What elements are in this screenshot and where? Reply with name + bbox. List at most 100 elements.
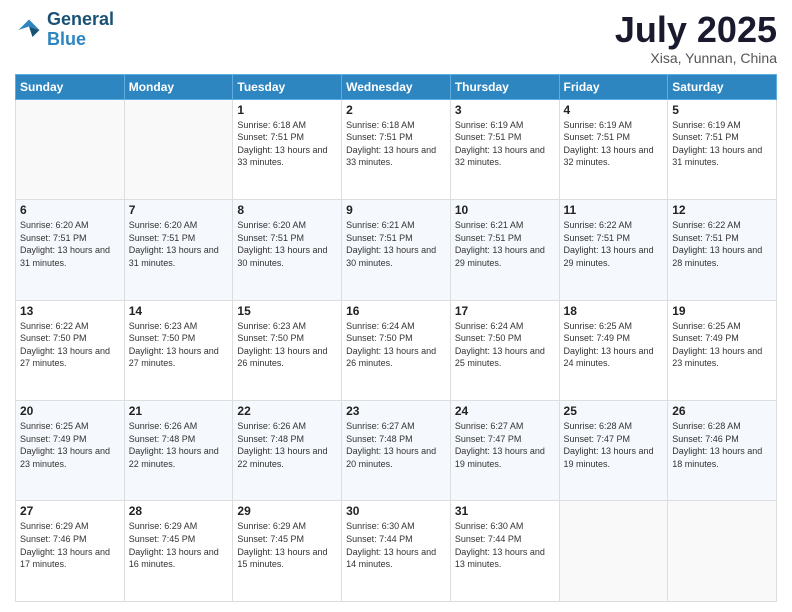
day-header-wednesday: Wednesday xyxy=(342,74,451,99)
calendar-cell: 24 Sunrise: 6:27 AMSunset: 7:47 PMDayligh… xyxy=(450,401,559,501)
day-number: 22 xyxy=(237,404,337,418)
day-number: 30 xyxy=(346,504,446,518)
calendar-cell: 4 Sunrise: 6:19 AMSunset: 7:51 PMDaylight… xyxy=(559,99,668,199)
calendar-cell: 29Sunrise: 6:29 AMSunset: 7:45 PMDayligh… xyxy=(233,501,342,602)
day-header-friday: Friday xyxy=(559,74,668,99)
title-block: July 2025 Xisa, Yunnan, China xyxy=(615,10,777,66)
day-number: 8 xyxy=(237,203,337,217)
calendar-cell xyxy=(124,99,233,199)
day-number: 31 xyxy=(455,504,555,518)
day-number: 4 xyxy=(564,103,664,117)
month-title: July 2025 xyxy=(615,10,777,50)
calendar-cell: 27 Sunrise: 6:29 AMSunset: 7:46 PMDayligh… xyxy=(16,501,125,602)
calendar-cell: 25 Sunrise: 6:28 AMSunset: 7:47 PMDayligh… xyxy=(559,401,668,501)
calendar-cell xyxy=(16,99,125,199)
calendar-week-1: 1 Sunrise: 6:18 AMSunset: 7:51 PMDaylight… xyxy=(16,99,777,199)
day-number: 7 xyxy=(129,203,229,217)
cell-info: Sunrise: 6:26 AMSunset: 7:48 PMDaylight:… xyxy=(237,420,337,470)
cell-info: Sunrise: 6:29 AMSunset: 7:46 PMDaylight:… xyxy=(20,520,120,570)
cell-info: Sunrise: 6:18 AMSunset: 7:51 PMDaylight:… xyxy=(346,119,446,169)
logo-line2: Blue xyxy=(47,30,114,50)
calendar-cell: 10 Sunrise: 6:21 AMSunset: 7:51 PMDayligh… xyxy=(450,200,559,300)
day-number: 13 xyxy=(20,304,120,318)
calendar-cell: 9 Sunrise: 6:21 AMSunset: 7:51 PMDaylight… xyxy=(342,200,451,300)
cell-info: Sunrise: 6:30 AMSunset: 7:44 PMDaylight:… xyxy=(455,520,555,570)
calendar-cell: 12 Sunrise: 6:22 AMSunset: 7:51 PMDayligh… xyxy=(668,200,777,300)
calendar-cell: 20Sunrise: 6:25 AMSunset: 7:49 PMDayligh… xyxy=(16,401,125,501)
cell-info: Sunrise: 6:22 AMSunset: 7:51 PMDaylight:… xyxy=(564,219,664,269)
calendar-cell: 18 Sunrise: 6:25 AMSunset: 7:49 PMDayligh… xyxy=(559,300,668,400)
day-number: 9 xyxy=(346,203,446,217)
cell-info: Sunrise: 6:29 AMSunset: 7:45 PMDaylight:… xyxy=(129,520,229,570)
calendar-cell: 26 Sunrise: 6:28 AMSunset: 7:46 PMDayligh… xyxy=(668,401,777,501)
day-number: 25 xyxy=(564,404,664,418)
calendar-cell: 7 Sunrise: 6:20 AMSunset: 7:51 PMDaylight… xyxy=(124,200,233,300)
day-number: 6 xyxy=(20,203,120,217)
day-number: 1 xyxy=(237,103,337,117)
logo-text: General Blue xyxy=(47,10,114,50)
calendar-cell: 19Sunrise: 6:25 AMSunset: 7:49 PMDayligh… xyxy=(668,300,777,400)
cell-info: Sunrise: 6:22 AMSunset: 7:51 PMDaylight:… xyxy=(672,219,772,269)
calendar-cell: 14Sunrise: 6:23 AMSunset: 7:50 PMDayligh… xyxy=(124,300,233,400)
calendar-cell: 21Sunrise: 6:26 AMSunset: 7:48 PMDayligh… xyxy=(124,401,233,501)
calendar-cell xyxy=(668,501,777,602)
calendar-cell: 5Sunrise: 6:19 AMSunset: 7:51 PMDaylight… xyxy=(668,99,777,199)
cell-info: Sunrise: 6:20 AMSunset: 7:51 PMDaylight:… xyxy=(237,219,337,269)
header: General Blue July 2025 Xisa, Yunnan, Chi… xyxy=(15,10,777,66)
calendar-week-3: 13 Sunrise: 6:22 AMSunset: 7:50 PMDayligh… xyxy=(16,300,777,400)
calendar-cell: 17Sunrise: 6:24 AMSunset: 7:50 PMDayligh… xyxy=(450,300,559,400)
day-header-sunday: Sunday xyxy=(16,74,125,99)
cell-info: Sunrise: 6:28 AMSunset: 7:47 PMDaylight:… xyxy=(564,420,664,470)
logo-icon xyxy=(15,16,43,44)
cell-info: Sunrise: 6:25 AMSunset: 7:49 PMDaylight:… xyxy=(672,320,772,370)
cell-info: Sunrise: 6:27 AMSunset: 7:48 PMDaylight:… xyxy=(346,420,446,470)
day-number: 27 xyxy=(20,504,120,518)
logo: General Blue xyxy=(15,10,114,50)
calendar-table: SundayMondayTuesdayWednesdayThursdayFrid… xyxy=(15,74,777,602)
cell-info: Sunrise: 6:25 AMSunset: 7:49 PMDaylight:… xyxy=(564,320,664,370)
cell-info: Sunrise: 6:30 AMSunset: 7:44 PMDaylight:… xyxy=(346,520,446,570)
day-number: 10 xyxy=(455,203,555,217)
day-number: 3 xyxy=(455,103,555,117)
calendar-cell: 30 Sunrise: 6:30 AMSunset: 7:44 PMDayligh… xyxy=(342,501,451,602)
day-number: 28 xyxy=(129,504,229,518)
day-number: 26 xyxy=(672,404,772,418)
cell-info: Sunrise: 6:18 AMSunset: 7:51 PMDaylight:… xyxy=(237,119,337,169)
cell-info: Sunrise: 6:22 AMSunset: 7:50 PMDaylight:… xyxy=(20,320,120,370)
cell-info: Sunrise: 6:20 AMSunset: 7:51 PMDaylight:… xyxy=(20,219,120,269)
calendar-cell: 1 Sunrise: 6:18 AMSunset: 7:51 PMDaylight… xyxy=(233,99,342,199)
cell-info: Sunrise: 6:23 AMSunset: 7:50 PMDaylight:… xyxy=(237,320,337,370)
calendar-cell: 11Sunrise: 6:22 AMSunset: 7:51 PMDayligh… xyxy=(559,200,668,300)
calendar-cell: 28 Sunrise: 6:29 AMSunset: 7:45 PMDayligh… xyxy=(124,501,233,602)
cell-info: Sunrise: 6:25 AMSunset: 7:49 PMDaylight:… xyxy=(20,420,120,470)
day-number: 18 xyxy=(564,304,664,318)
cell-info: Sunrise: 6:19 AMSunset: 7:51 PMDaylight:… xyxy=(564,119,664,169)
logo-line1: General xyxy=(47,10,114,30)
day-number: 15 xyxy=(237,304,337,318)
cell-info: Sunrise: 6:28 AMSunset: 7:46 PMDaylight:… xyxy=(672,420,772,470)
cell-info: Sunrise: 6:26 AMSunset: 7:48 PMDaylight:… xyxy=(129,420,229,470)
calendar-cell: 23 Sunrise: 6:27 AMSunset: 7:48 PMDayligh… xyxy=(342,401,451,501)
day-number: 12 xyxy=(672,203,772,217)
day-number: 23 xyxy=(346,404,446,418)
cell-info: Sunrise: 6:19 AMSunset: 7:51 PMDaylight:… xyxy=(672,119,772,169)
calendar-cell: 8 Sunrise: 6:20 AMSunset: 7:51 PMDaylight… xyxy=(233,200,342,300)
cell-info: Sunrise: 6:20 AMSunset: 7:51 PMDaylight:… xyxy=(129,219,229,269)
cell-info: Sunrise: 6:27 AMSunset: 7:47 PMDaylight:… xyxy=(455,420,555,470)
calendar-header-row: SundayMondayTuesdayWednesdayThursdayFrid… xyxy=(16,74,777,99)
cell-info: Sunrise: 6:21 AMSunset: 7:51 PMDaylight:… xyxy=(455,219,555,269)
calendar-cell: 31 Sunrise: 6:30 AMSunset: 7:44 PMDayligh… xyxy=(450,501,559,602)
day-number: 16 xyxy=(346,304,446,318)
day-number: 24 xyxy=(455,404,555,418)
day-header-monday: Monday xyxy=(124,74,233,99)
day-header-tuesday: Tuesday xyxy=(233,74,342,99)
cell-info: Sunrise: 6:21 AMSunset: 7:51 PMDaylight:… xyxy=(346,219,446,269)
cell-info: Sunrise: 6:24 AMSunset: 7:50 PMDaylight:… xyxy=(346,320,446,370)
cell-info: Sunrise: 6:19 AMSunset: 7:51 PMDaylight:… xyxy=(455,119,555,169)
cell-info: Sunrise: 6:23 AMSunset: 7:50 PMDaylight:… xyxy=(129,320,229,370)
day-number: 2 xyxy=(346,103,446,117)
calendar-cell: 13 Sunrise: 6:22 AMSunset: 7:50 PMDayligh… xyxy=(16,300,125,400)
calendar-week-5: 27 Sunrise: 6:29 AMSunset: 7:46 PMDayligh… xyxy=(16,501,777,602)
calendar-cell: 3 Sunrise: 6:19 AMSunset: 7:51 PMDaylight… xyxy=(450,99,559,199)
day-number: 29 xyxy=(237,504,337,518)
